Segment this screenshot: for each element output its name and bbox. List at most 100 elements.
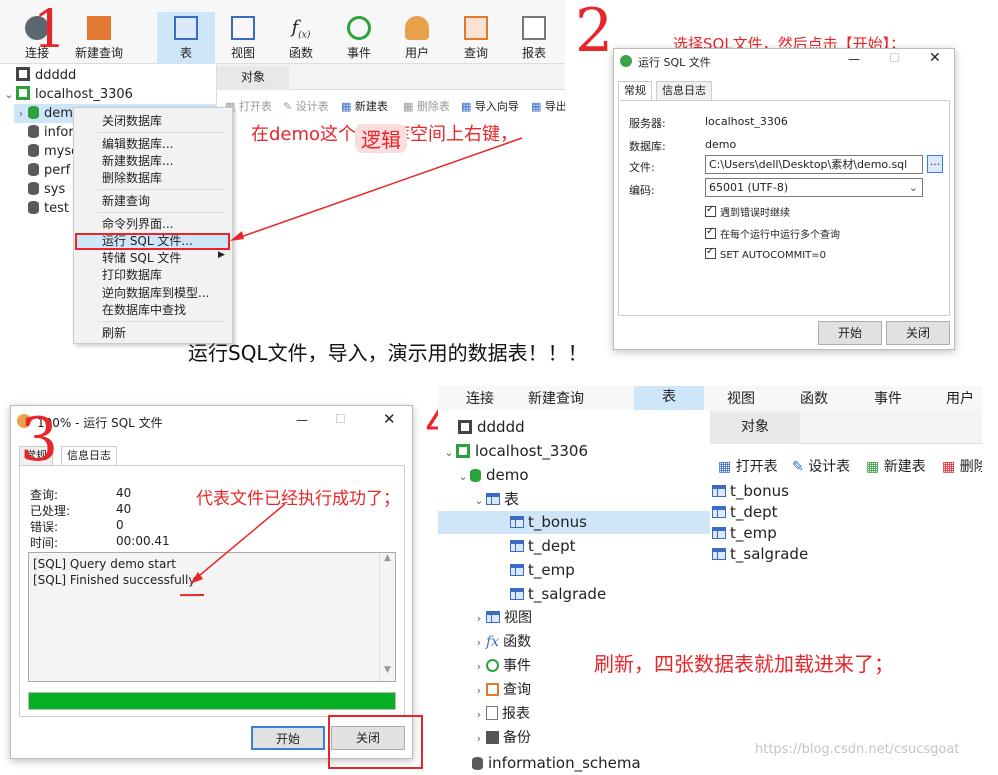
menu-new-query[interactable]: 新建查询 [102, 193, 150, 210]
navicat-icon [620, 55, 632, 67]
tree-table[interactable]: t_salgrade [510, 583, 606, 605]
open-table-button[interactable]: ▦ 打开表 [718, 456, 778, 476]
menu-find-in-db[interactable]: 在数据库中查找 [102, 302, 186, 319]
checkbox-icon [705, 246, 716, 259]
user-button[interactable]: 用户 [388, 12, 446, 64]
tree-functions-node[interactable]: › fx 函数 [472, 631, 531, 653]
new-query-button[interactable]: 新建查询 [68, 12, 130, 64]
design-table-icon: ✎ [283, 100, 296, 113]
tree-views-node[interactable]: › 视图 [472, 607, 532, 629]
object-item[interactable]: t_bonus [712, 481, 912, 502]
tree-events-node[interactable]: › 事件 [472, 655, 531, 677]
tree-reports-node[interactable]: › 报表 [472, 703, 530, 725]
browse-button[interactable]: … [927, 155, 943, 173]
objects-tab[interactable]: 对象 [217, 66, 289, 90]
minimize-button[interactable]: — [848, 52, 860, 66]
function-button[interactable]: f(x) 函数 [272, 12, 330, 64]
new-table-button[interactable]: ▦ 新建表 [866, 456, 926, 476]
object-item[interactable]: t_emp [712, 523, 912, 544]
menu-close-db[interactable]: 关闭数据库 [102, 113, 162, 130]
tree-db[interactable]: test [28, 199, 69, 218]
delete-table-button[interactable]: ▦ 删除表 [403, 98, 450, 114]
query-button[interactable]: 查询 [447, 12, 505, 64]
tree-table[interactable]: t_dept [510, 535, 576, 557]
tree-conn-localhost[interactable]: ⌄ localhost_3306 [2, 85, 133, 104]
node-label: 函数 [503, 634, 532, 650]
tree-table-t-bonus[interactable]: t_bonus [438, 511, 710, 534]
tree-db[interactable]: perf [28, 161, 70, 180]
conn-label: ddddd [35, 68, 77, 83]
new-query-button[interactable]: 新建查询 [528, 388, 584, 408]
menu-refresh[interactable]: 刷新 [102, 325, 126, 342]
tab-info-log[interactable]: 信息日志 [656, 81, 712, 101]
user-icon [405, 16, 429, 40]
table-icon [712, 485, 726, 497]
import-wizard-button[interactable]: ▦ 导入向导 [461, 98, 519, 114]
user-button[interactable]: 用户 [946, 388, 974, 408]
new-table-button[interactable]: ▦ 新建表 [341, 98, 388, 114]
tree-conn-ddddd[interactable]: ddddd [458, 416, 525, 438]
minimize-button[interactable]: — [296, 413, 308, 427]
function-button[interactable]: 函数 [800, 388, 828, 408]
view-button[interactable]: 视图 [727, 388, 755, 408]
tree-db[interactable]: mysq [28, 142, 79, 161]
menu-run-sql-file[interactable]: 运行 SQL 文件... [102, 233, 193, 250]
tab-info-log[interactable]: 信息日志 [61, 446, 117, 466]
scrollbar[interactable]: ▲ ▼ [379, 553, 395, 681]
chevron-down-icon: ⌄ [4, 88, 14, 101]
server-value: localhost_3306 [705, 115, 788, 128]
tree-db[interactable]: infor [28, 123, 74, 142]
new-table-icon: ▦ [866, 459, 880, 475]
tree-db-information-schema[interactable]: information_schema [472, 752, 641, 774]
object-item[interactable]: t_dept [712, 502, 912, 523]
event-button[interactable]: 事件 [330, 12, 388, 64]
tree-queries-node[interactable]: › 查询 [472, 679, 531, 701]
table-button[interactable]: 表 [634, 386, 704, 410]
tree-conn-ddddd[interactable]: ddddd [16, 66, 76, 85]
clock-icon [347, 16, 371, 40]
close-icon[interactable]: ✕ [383, 410, 396, 428]
menu-delete-db[interactable]: 删除数据库 [102, 170, 162, 187]
start-button[interactable]: 开始 [818, 321, 882, 345]
object-item[interactable]: t_salgrade [712, 544, 912, 565]
menu-reverse-model[interactable]: 逆向数据库到模型... [102, 285, 209, 302]
maximize-button[interactable]: ☐ [335, 412, 346, 426]
start-button[interactable]: 开始 [251, 726, 325, 750]
new-table-icon: ▦ [341, 100, 355, 113]
objects-tab[interactable]: 对象 [710, 412, 800, 444]
menu-new-db[interactable]: 新建数据库... [102, 153, 173, 170]
option-autocommit[interactable]: SET AUTOCOMMIT=0 [705, 246, 826, 261]
maximize-button[interactable]: ☐ [889, 51, 900, 65]
close-icon[interactable]: ✕ [929, 50, 941, 66]
design-table-button[interactable]: ✎ 设计表 [283, 98, 329, 114]
delete-table-button[interactable]: ▦ 删除 [942, 456, 982, 476]
tree-conn-localhost[interactable]: ⌄ localhost_3306 [442, 440, 588, 462]
file-path-input[interactable]: C:\Users\dell\Desktop\素材\demo.sql [705, 155, 923, 174]
event-button[interactable]: 事件 [874, 388, 902, 408]
export-wizard-button[interactable]: ▦ 导出 [531, 98, 565, 114]
database-icon [472, 757, 483, 770]
menu-edit-db[interactable]: 编辑数据库... [102, 136, 173, 153]
menu-dump-sql[interactable]: 转储 SQL 文件 [102, 250, 181, 267]
encoding-select[interactable]: 65001 (UTF-8) ⌄ [705, 178, 923, 197]
option-continue-on-error[interactable]: 遇到错误时继续 [705, 204, 790, 219]
view-button[interactable]: 视图 [214, 12, 272, 64]
connect-button[interactable]: 连接 [466, 388, 494, 408]
chevron-right-icon: › [476, 684, 482, 697]
tree-table[interactable]: t_emp [510, 559, 575, 581]
connection-icon [456, 444, 470, 458]
tree-tables-node[interactable]: ⌄ 表 [472, 488, 519, 510]
tree-backups-node[interactable]: › 备份 [472, 727, 531, 749]
tab-general[interactable]: 常规 [618, 81, 652, 101]
design-table-button[interactable]: ✎ 设计表 [792, 456, 850, 476]
stat-label: 已处理: [30, 504, 71, 518]
chevron-right-icon: › [476, 708, 482, 721]
report-button[interactable]: 报表 [505, 12, 563, 64]
close-button[interactable]: 关闭 [886, 321, 950, 345]
tree-db-demo[interactable]: ⌄ demo [456, 464, 528, 486]
menu-console[interactable]: 命令列界面... [102, 216, 173, 233]
tree-db[interactable]: sys [28, 180, 65, 199]
option-multi-query[interactable]: 在每个运行中运行多个查询 [705, 226, 840, 241]
menu-print-db[interactable]: 打印数据库 [102, 267, 162, 284]
table-button[interactable]: 表 [157, 12, 215, 64]
